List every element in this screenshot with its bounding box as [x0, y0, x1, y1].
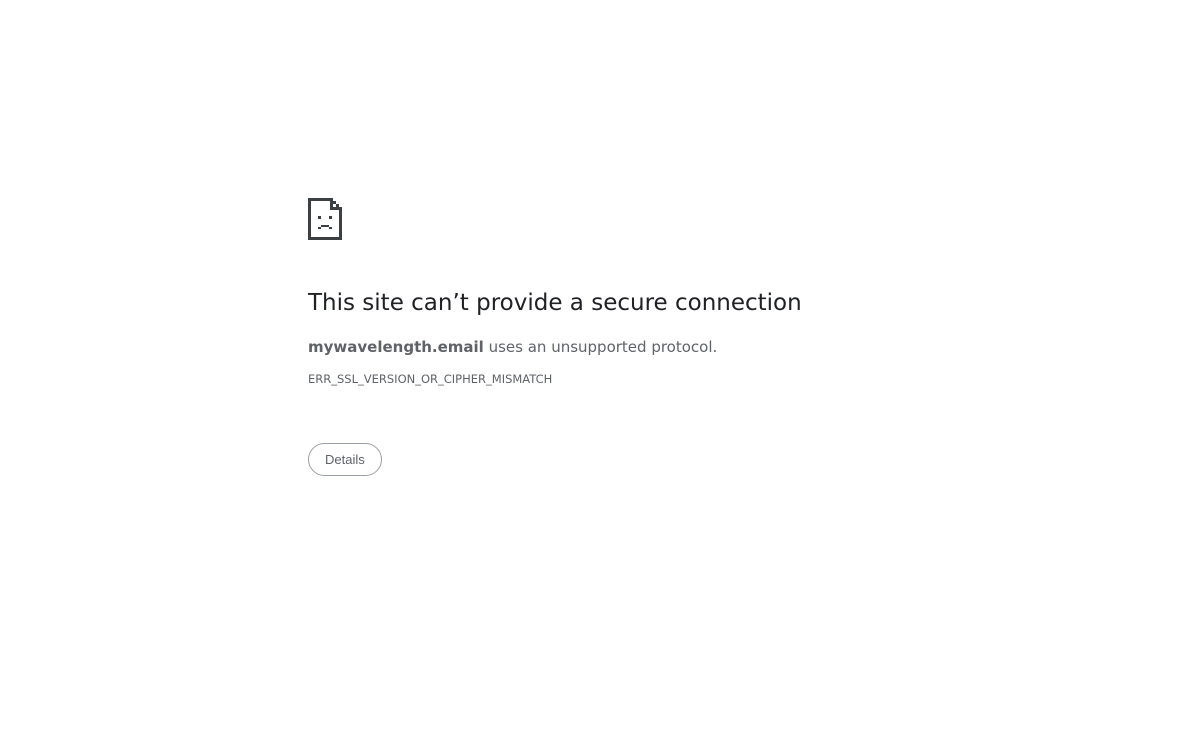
error-summary: mywavelength.email uses an unsupported p… — [308, 337, 928, 357]
details-button[interactable]: Details — [308, 443, 382, 476]
page-title: This site can’t provide a secure connect… — [308, 290, 802, 316]
error-code: ERR_SSL_VERSION_OR_CIPHER_MISMATCH — [308, 372, 553, 386]
summary-text: uses an unsupported protocol. — [483, 338, 718, 356]
sad-page-icon — [308, 198, 928, 240]
error-page: This site can’t provide a secure connect… — [0, 0, 1200, 750]
error-content: This site can’t provide a secure connect… — [308, 198, 928, 476]
host-name: mywavelength.email — [308, 338, 484, 356]
